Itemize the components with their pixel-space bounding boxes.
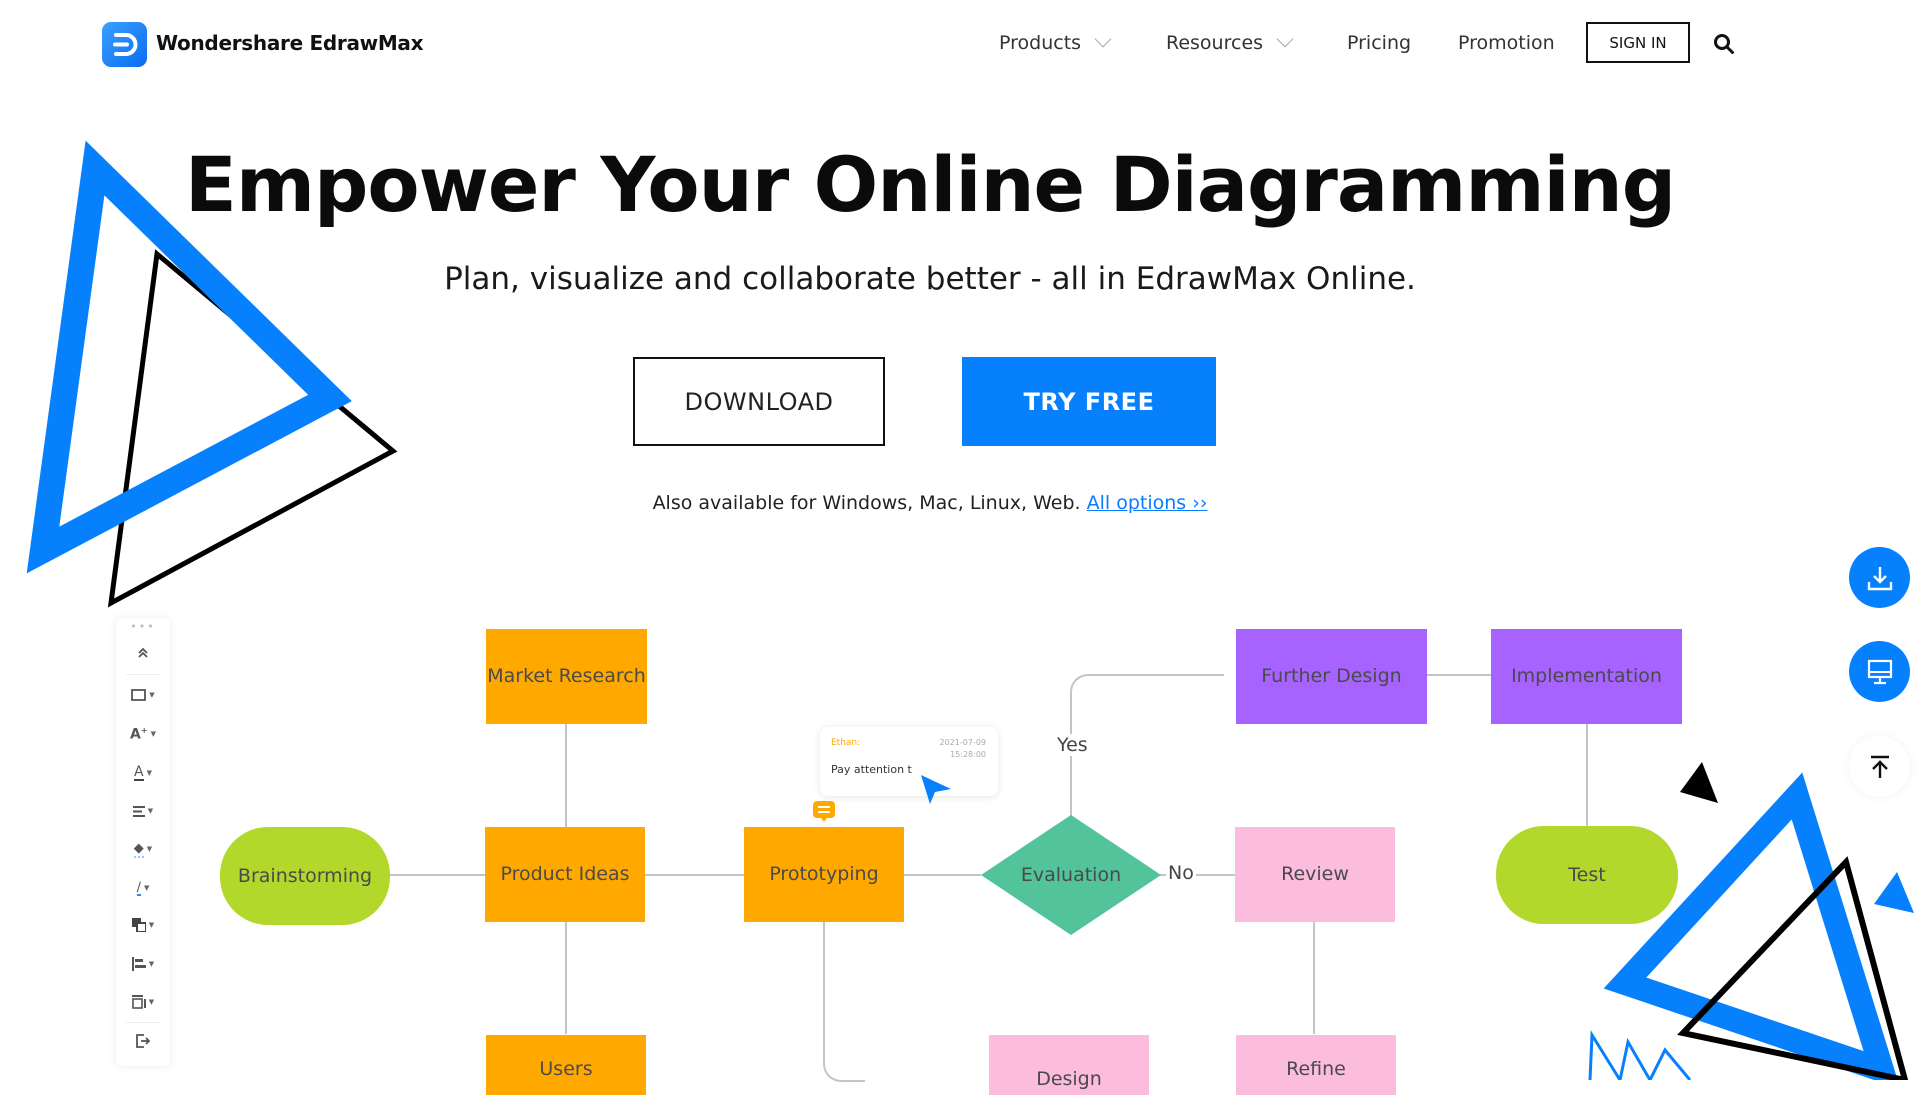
editor-toolbar: ••• ▼ A+ ▼ A ▼ ▼ ◆ ▼ ∕ ▼ ▼ ▼ ▼ [116, 618, 170, 1066]
availability-text: Also available for Windows, Mac, Linux, … [652, 492, 1081, 514]
availability-line: Also available for Windows, Mac, Linux, … [0, 492, 1860, 514]
shape-rectangle-icon[interactable]: ▼ [116, 682, 170, 708]
fill-bucket-icon[interactable]: ◆ ▼ [116, 836, 170, 862]
node-market-research[interactable]: Market Research [486, 629, 647, 724]
collapse-up-icon[interactable] [116, 640, 170, 666]
arrange-icon[interactable]: ▼ [116, 912, 170, 938]
comment-time: 15:28:00 [950, 750, 986, 759]
desktop-icon [1867, 659, 1892, 684]
connector-line [565, 922, 567, 1034]
download-float-button[interactable] [1849, 547, 1910, 608]
comment-author: Ethan: [831, 738, 861, 748]
node-test[interactable]: Test [1496, 826, 1678, 924]
back-to-top-icon [1870, 755, 1889, 778]
edrawmax-logo-icon[interactable] [102, 22, 147, 67]
exit-icon[interactable] [116, 1028, 170, 1054]
connector-line [1586, 724, 1588, 827]
node-prototyping[interactable]: Prototyping [744, 827, 904, 922]
nav-products[interactable]: Products [999, 30, 1112, 54]
edge-label-no: No [1166, 862, 1196, 884]
edge-label-yes: Yes [1053, 734, 1092, 756]
connector-line [644, 874, 744, 876]
connector-line [903, 874, 981, 876]
distribute-icon[interactable]: ▼ [116, 989, 170, 1015]
decor-triangle-black-small [1680, 762, 1718, 803]
search-icon[interactable] [1713, 33, 1735, 55]
comment-text: Pay attention t [831, 763, 912, 776]
comment-timestamp: 2021-07-09 15:28:00 [940, 737, 987, 761]
line-color-icon[interactable]: ∕ ▼ [116, 875, 170, 901]
node-evaluation[interactable]: Evaluation [1000, 860, 1142, 890]
nav-products-label: Products [999, 32, 1082, 54]
decor-triangle-blue-right [1603, 772, 1898, 1080]
comment-marker-icon[interactable] [812, 800, 836, 824]
sign-in-button[interactable]: SIGN IN [1586, 22, 1690, 63]
desktop-float-button[interactable] [1849, 641, 1910, 702]
toolbar-divider [126, 1022, 160, 1023]
node-refine[interactable]: Refine [1236, 1035, 1396, 1095]
comment-date: 2021-07-09 [939, 738, 987, 747]
node-users[interactable]: Users [486, 1035, 646, 1095]
all-options-link[interactable]: All options ›› [1087, 492, 1208, 514]
decor-triangle-blue-small [1874, 872, 1914, 913]
align-text-icon[interactable]: ▼ [116, 798, 170, 824]
text-style-icon[interactable]: A+ ▼ [116, 721, 170, 747]
download-icon [1867, 566, 1892, 590]
nav-promotion[interactable]: Promotion [1458, 32, 1555, 54]
node-further-design[interactable]: Further Design [1236, 629, 1427, 724]
chevron-down-icon [1094, 30, 1112, 48]
toolbar-divider [126, 674, 160, 675]
nav-pricing[interactable]: Pricing [1347, 32, 1411, 54]
connector-curve [823, 1040, 865, 1082]
nav-resources-label: Resources [1166, 32, 1264, 54]
brand-name[interactable]: Wondershare EdrawMax [156, 31, 424, 55]
node-brainstorming[interactable]: Brainstorming [220, 827, 390, 925]
connector-line [389, 874, 485, 876]
cursor-arrow-icon [921, 775, 951, 804]
try-free-button[interactable]: TRY FREE [962, 357, 1216, 446]
node-product-ideas[interactable]: Product Ideas [485, 827, 645, 922]
node-review[interactable]: Review [1235, 827, 1395, 922]
back-to-top-button[interactable] [1849, 736, 1910, 797]
download-button[interactable]: DOWNLOAD [633, 357, 885, 446]
connector-line [565, 724, 567, 828]
drag-handle-icon[interactable]: ••• [116, 620, 170, 633]
connector-curve [1070, 674, 1224, 816]
font-color-icon[interactable]: A ▼ [116, 760, 170, 786]
hero-title: Empower Your Online Diagramming [184, 140, 1676, 229]
node-implementation[interactable]: Implementation [1491, 629, 1682, 724]
connector-line [1070, 760, 1072, 815]
connector-line [1426, 674, 1491, 676]
comment-card[interactable]: Ethan: 2021-07-09 15:28:00 Pay attention… [820, 727, 998, 796]
connector-line [1313, 922, 1315, 1034]
hero-subtitle: Plan, visualize and collaborate better -… [444, 261, 1416, 297]
align-objects-icon[interactable]: ▼ [116, 951, 170, 977]
decor-zigzag [1588, 1030, 1692, 1080]
chevron-down-icon [1276, 30, 1294, 48]
node-design[interactable]: Design [989, 1035, 1149, 1095]
nav-resources[interactable]: Resources [1166, 30, 1294, 54]
